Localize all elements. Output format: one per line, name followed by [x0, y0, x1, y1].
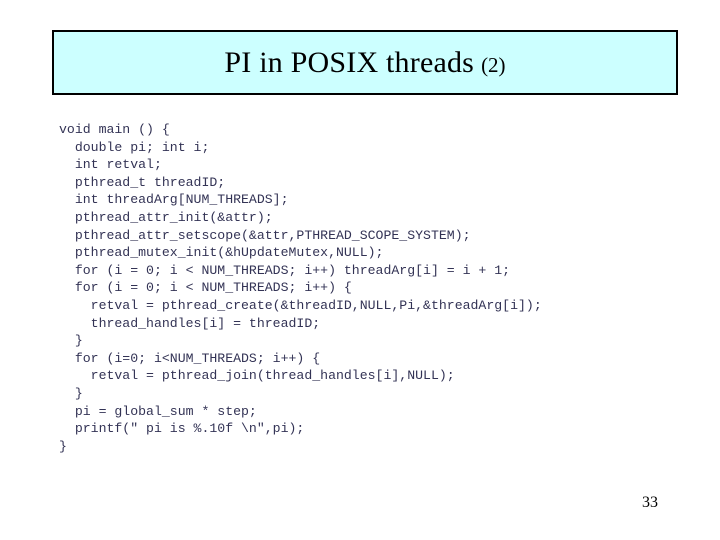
code-line: }	[59, 333, 83, 349]
code-line: }	[59, 438, 67, 454]
code-line: pthread_attr_init(&attr);	[59, 209, 273, 225]
code-line: for (i=0; i<NUM_THREADS; i++) {	[59, 350, 321, 366]
code-line: for (i = 0; i < NUM_THREADS; i++) thread…	[59, 262, 511, 278]
code-line: pthread_attr_setscope(&attr,PTHREAD_SCOP…	[59, 227, 471, 243]
code-line: pi = global_sum * step;	[59, 403, 257, 419]
code-line: }	[59, 385, 83, 401]
slide-title-suffix: (2)	[481, 52, 506, 77]
code-line: retval = pthread_join(thread_handles[i],…	[59, 368, 455, 384]
code-block: void main () { double pi; int i; int ret…	[59, 121, 679, 455]
code-line: int retval;	[59, 157, 162, 173]
slide-title: PI in POSIX threads (2)	[224, 45, 506, 79]
code-line: for (i = 0; i < NUM_THREADS; i++) {	[59, 280, 352, 296]
code-line: void main () {	[59, 122, 170, 137]
code-line: retval = pthread_create(&threadID,NULL,P…	[59, 297, 542, 313]
page-number: 33	[642, 494, 658, 511]
code-line: double pi; int i;	[59, 139, 210, 155]
slide-title-banner: PI in POSIX threads (2)	[52, 30, 678, 95]
code-line: pthread_t threadID;	[59, 174, 226, 190]
code-line: int threadArg[NUM_THREADS];	[59, 192, 289, 208]
code-line: thread_handles[i] = threadID;	[59, 315, 321, 331]
slide-title-main: PI in POSIX threads	[224, 45, 475, 79]
code-line: pthread_mutex_init(&hUpdateMutex,NULL);	[59, 245, 384, 261]
code-line: printf(" pi is %.10f \n",pi);	[59, 421, 305, 437]
